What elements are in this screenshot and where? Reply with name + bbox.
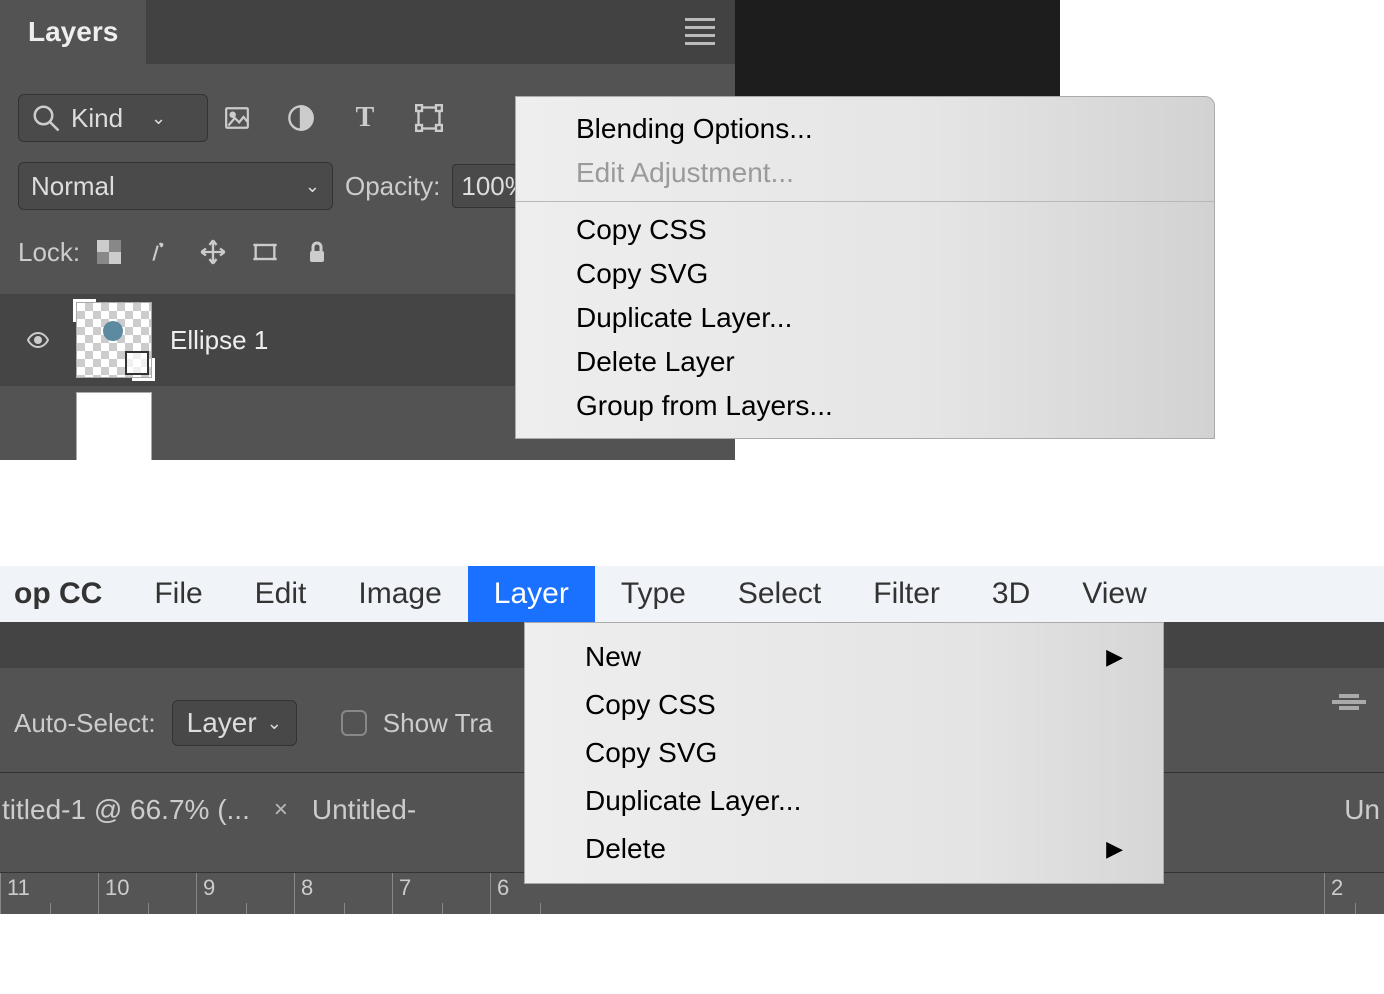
layers-panel-screenshot: Layers Kind ⌄ T	[0, 0, 1384, 460]
menu-type[interactable]: Type	[595, 566, 712, 622]
menu-item-copy-svg[interactable]: Copy SVG	[516, 252, 1214, 296]
panel-menu-icon[interactable]	[685, 18, 715, 45]
menu-item-label: New	[585, 641, 641, 673]
filter-type-icons: T	[220, 104, 446, 132]
chevron-down-icon: ⌄	[305, 176, 320, 197]
lock-label: Lock:	[18, 237, 80, 268]
menu-item-duplicate-layer[interactable]: Duplicate Layer...	[516, 296, 1214, 340]
menu-filter[interactable]: Filter	[847, 566, 966, 622]
show-transform-checkbox[interactable]	[341, 710, 367, 736]
menu-item-blending-options[interactable]: Blending Options...	[516, 107, 1214, 151]
layer-thumbnail[interactable]	[76, 392, 152, 460]
menu-select[interactable]: Select	[712, 566, 847, 622]
layers-tab[interactable]: Layers	[0, 0, 146, 64]
menu-item-delete[interactable]: Delete ▶	[525, 825, 1163, 873]
submenu-arrow-icon: ▶	[1106, 836, 1123, 862]
menu-image[interactable]: Image	[332, 566, 467, 622]
document-tab[interactable]: Untitled-	[312, 794, 416, 826]
ruler-tick: 10	[98, 873, 196, 914]
document-tab[interactable]: titled-1 @ 66.7% (...	[2, 794, 250, 826]
menu-item-label: Copy CSS	[585, 689, 716, 721]
blend-mode-value: Normal	[31, 171, 115, 202]
layer-context-menu: Blending Options... Edit Adjustment... C…	[515, 96, 1215, 439]
menu-edit[interactable]: Edit	[229, 566, 333, 622]
menu-item-duplicate-layer[interactable]: Duplicate Layer...	[525, 777, 1163, 825]
blend-mode-dropdown[interactable]: Normal ⌄	[18, 162, 333, 210]
menu-item-label: Delete	[585, 833, 666, 865]
lock-all-icon[interactable]	[302, 237, 332, 267]
menu-layer[interactable]: Layer	[468, 566, 595, 622]
menu-separator	[516, 201, 1214, 202]
ruler-tick: 11	[0, 873, 98, 914]
layer-name[interactable]: Ellipse 1	[170, 325, 268, 356]
filter-kind-label: Kind	[71, 103, 123, 134]
menu-item-new[interactable]: New ▶	[525, 633, 1163, 681]
auto-select-value: Layer	[187, 707, 257, 739]
lock-position-icon[interactable]	[198, 237, 228, 267]
auto-select-dropdown[interactable]: Layer ⌄	[172, 700, 297, 746]
lock-icons-group	[94, 237, 332, 267]
layer-dropdown-menu: New ▶ Copy CSS Copy SVG Duplicate Layer.…	[524, 622, 1164, 884]
filter-kind-dropdown[interactable]: Kind ⌄	[18, 94, 208, 142]
type-filter-icon[interactable]: T	[348, 104, 382, 132]
shape-filter-icon[interactable]	[412, 104, 446, 132]
menu-3d[interactable]: 3D	[966, 566, 1056, 622]
lock-pixels-icon[interactable]	[146, 237, 176, 267]
close-tab-icon[interactable]: ×	[270, 796, 292, 824]
adjustment-filter-icon[interactable]	[284, 104, 318, 132]
chevron-down-icon: ⌄	[267, 713, 282, 734]
submenu-arrow-icon: ▶	[1106, 644, 1123, 670]
lock-artboard-icon[interactable]	[250, 237, 280, 267]
menu-item-copy-svg[interactable]: Copy SVG	[525, 729, 1163, 777]
search-icon	[31, 103, 61, 133]
ruler-tick: 7	[392, 873, 490, 914]
chevron-down-icon: ⌄	[151, 108, 166, 129]
lock-transparency-icon[interactable]	[94, 237, 124, 267]
ruler-tick: 8	[294, 873, 392, 914]
mac-menubar: op CC File Edit Image Layer Type Select …	[0, 566, 1384, 622]
opacity-label: Opacity:	[345, 171, 440, 202]
menu-file[interactable]: File	[128, 566, 228, 622]
ruler-tick: 2	[1324, 873, 1384, 914]
layer-thumbnail[interactable]	[76, 302, 152, 378]
align-icon[interactable]	[1324, 694, 1374, 710]
menu-item-copy-css[interactable]: Copy CSS	[525, 681, 1163, 729]
app-name-menu[interactable]: op CC	[0, 566, 128, 622]
menu-item-label: Copy SVG	[585, 737, 717, 769]
document-tab[interactable]: Un	[1344, 794, 1384, 826]
menu-item-group-from-layers[interactable]: Group from Layers...	[516, 384, 1214, 428]
panel-tab-bar: Layers	[0, 0, 735, 64]
ruler-tick: 9	[196, 873, 294, 914]
menubar-screenshot: op CC File Edit Image Layer Type Select …	[0, 566, 1384, 916]
menu-view[interactable]: View	[1056, 566, 1172, 622]
menu-item-label: Duplicate Layer...	[585, 785, 801, 817]
pixel-filter-icon[interactable]	[220, 104, 254, 132]
auto-select-label: Auto-Select:	[14, 708, 156, 739]
menu-item-delete-layer[interactable]: Delete Layer	[516, 340, 1214, 384]
menu-item-copy-css[interactable]: Copy CSS	[516, 208, 1214, 252]
visibility-toggle-icon[interactable]	[18, 328, 58, 352]
menu-item-edit-adjustment: Edit Adjustment...	[516, 151, 1214, 195]
show-transform-label: Show Tra	[383, 708, 493, 739]
